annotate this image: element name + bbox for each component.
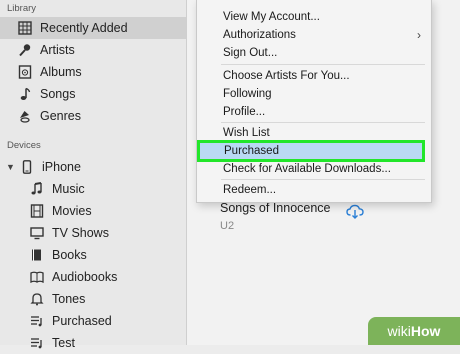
library-header: Library (7, 3, 37, 14)
microphone-icon (17, 42, 33, 58)
device-item-label: Tones (52, 292, 86, 306)
menu-item-wish-list[interactable]: Wish List (223, 127, 270, 139)
tv-icon (29, 225, 45, 241)
sidebar-item-label: Artists (40, 43, 75, 57)
film-icon (29, 203, 45, 219)
device-item-movies[interactable]: Movies (0, 200, 186, 222)
album-title[interactable]: Songs of Innocence (220, 201, 331, 215)
device-item-label: Audiobooks (52, 270, 118, 284)
sidebar-item-label: Recently Added (40, 21, 128, 35)
menu-separator (221, 64, 425, 65)
sidebar-item-label: iPhone (42, 160, 81, 174)
menu-item-authorizations[interactable]: Authorizations (223, 29, 296, 41)
bell-icon (29, 291, 45, 307)
wikihow-logo: wiki How (368, 317, 460, 345)
menu-item-check-downloads[interactable]: Check for Available Downloads... (223, 163, 391, 175)
device-item-label: Test (52, 336, 75, 350)
list-icon (29, 313, 45, 329)
sidebar: Library Recently Added Artists Albums So… (0, 0, 187, 350)
album-artist: U2 (220, 220, 235, 232)
album-icon (17, 64, 33, 80)
phone-icon (19, 159, 35, 175)
watermark-wiki: wiki (387, 323, 411, 339)
menu-item-profile[interactable]: Profile... (223, 106, 265, 118)
device-item-music[interactable]: Music (0, 178, 186, 200)
device-item-audiobooks[interactable]: Audiobooks (0, 266, 186, 288)
device-item-test[interactable]: Test (0, 332, 186, 354)
device-item-purchased[interactable]: Purchased (0, 310, 186, 332)
devices-header: Devices (7, 140, 41, 151)
book-icon (29, 247, 45, 263)
menu-item-following[interactable]: Following (223, 88, 272, 100)
menu-item-purchased-label: Purchased (224, 145, 279, 157)
sidebar-item-albums[interactable]: Albums (0, 61, 186, 83)
menu-item-purchased[interactable]: Purchased (197, 140, 425, 162)
account-menu: View My Account... Authorizations › Sign… (196, 0, 432, 203)
menu-separator (221, 122, 425, 123)
device-item-label: Movies (52, 204, 92, 218)
device-item-tones[interactable]: Tones (0, 288, 186, 310)
audiobook-icon (29, 269, 45, 285)
sidebar-item-label: Songs (40, 87, 76, 101)
list-icon (29, 335, 45, 351)
device-item-label: TV Shows (52, 226, 109, 240)
menu-item-redeem[interactable]: Redeem... (223, 184, 276, 196)
menu-item-sign-out[interactable]: Sign Out... (223, 47, 277, 59)
menu-item-choose-artists[interactable]: Choose Artists For You... (223, 70, 350, 82)
menu-item-view-my-account[interactable]: View My Account... (223, 11, 320, 23)
sidebar-item-songs[interactable]: Songs (0, 83, 186, 105)
disclosure-triangle-icon[interactable]: ▼ (6, 162, 15, 172)
device-item-tv-shows[interactable]: TV Shows (0, 222, 186, 244)
watermark-how: How (410, 323, 441, 339)
sidebar-item-label: Albums (40, 65, 82, 79)
music-note-icon (29, 181, 45, 197)
device-item-books[interactable]: Books (0, 244, 186, 266)
sidebar-item-genres[interactable]: Genres (0, 105, 186, 127)
sidebar-item-artists[interactable]: Artists (0, 39, 186, 61)
menu-separator (221, 179, 425, 180)
grid-icon (17, 20, 33, 36)
genres-icon (17, 108, 33, 124)
sidebar-item-label: Genres (40, 109, 81, 123)
submenu-chevron-icon: › (417, 28, 421, 42)
device-item-label: Music (52, 182, 85, 196)
device-item-label: Purchased (52, 314, 112, 328)
device-item-label: Books (52, 248, 87, 262)
music-note-icon (17, 86, 33, 102)
sidebar-item-iphone[interactable]: ▼ iPhone (0, 156, 186, 178)
cloud-download-icon[interactable] (346, 204, 364, 220)
sidebar-item-recently-added[interactable]: Recently Added (0, 17, 186, 39)
